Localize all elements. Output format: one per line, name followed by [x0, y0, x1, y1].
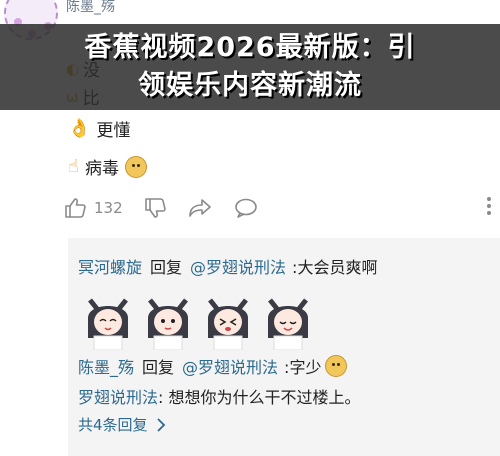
anime-girl-sticker-icon — [268, 298, 308, 350]
sticker-row — [78, 288, 318, 350]
comment-line-3-text: 更懂 — [96, 121, 131, 141]
view-all-replies-label: 共4条回复 — [78, 416, 148, 434]
thumbs-up-icon — [65, 198, 86, 218]
chevron-right-icon — [156, 417, 165, 432]
comment-line-4-text: 病毒 — [84, 159, 119, 179]
reply-text: : 想想你为什么干不过楼上。 — [158, 388, 361, 407]
reply-user[interactable]: 陈墨_殇 — [78, 354, 134, 378]
anime-girl-sticker-icon — [88, 298, 128, 350]
reply-text: :字少 — [284, 358, 322, 377]
doge-emoji-icon — [325, 355, 348, 377]
comment-line-3: 👌 更懂 — [68, 116, 130, 141]
more-vertical-icon — [487, 197, 491, 215]
anime-girl-sticker-icon — [208, 298, 248, 350]
anime-girl-sticker-icon — [148, 298, 188, 350]
reply-item[interactable]: 陈墨_殇 回复 @罗翅说刑法 :字少 — [78, 354, 348, 378]
like-count: 132 — [94, 199, 123, 217]
ok-hand-icon: 👌 — [68, 118, 91, 139]
replies-panel: 冥河螺旋 回复 @罗翅说刑法 :大会员爽啊 陈墨_殇 回复 @罗翅说刑法:字少… — [68, 238, 500, 456]
pointing-up-icon: ☝ — [68, 156, 79, 177]
banner-title-line-1: 香蕉视频2026最新版：引 — [84, 32, 416, 63]
reply-text: :大会员爽啊 — [292, 258, 378, 277]
reply-item[interactable]: 冥河螺旋 回复 @罗翅说刑法 :大会员爽啊 — [78, 254, 377, 278]
title-banner: 香蕉视频2026最新版：引 领娱乐内容新潮流 — [0, 24, 500, 110]
comment-actions: 132 — [64, 194, 500, 222]
comment-bubble-icon — [235, 198, 257, 218]
reply-verb: 回复 — [150, 258, 183, 277]
thumbs-down-icon — [145, 198, 166, 218]
banner-title-line-2: 领娱乐内容新潮流 — [138, 70, 362, 101]
reply-button[interactable] — [234, 198, 274, 218]
share-icon — [189, 199, 211, 217]
reply-mention[interactable]: @罗翅说刑法 — [182, 354, 278, 378]
like-button[interactable]: 132 — [64, 198, 144, 218]
view-all-replies-link[interactable]: 共4条回复 — [78, 414, 166, 435]
reply-verb: 回复 — [142, 358, 175, 377]
comment-thread: 陈墨_殇 ◐ 没 ω 比 香蕉视频2026最新版：引 领娱乐内容新潮流 👌 更懂… — [0, 0, 500, 456]
doge-emoji-icon — [124, 155, 147, 178]
reply-user[interactable]: 冥河螺旋 — [78, 254, 142, 278]
reply-mention[interactable]: @罗翅说刑法 — [190, 254, 286, 278]
comment-author[interactable]: 陈墨_殇 — [66, 0, 115, 16]
reply-user[interactable]: 罗翅说刑法 — [78, 384, 158, 408]
more-options-button[interactable] — [486, 196, 492, 216]
reply-item[interactable]: 罗翅说刑法 : 想想你为什么干不过楼上。 — [78, 384, 361, 408]
dislike-button[interactable] — [144, 198, 188, 218]
comment-line-4: ☝ 病毒 — [68, 154, 147, 179]
share-button[interactable] — [188, 198, 234, 218]
